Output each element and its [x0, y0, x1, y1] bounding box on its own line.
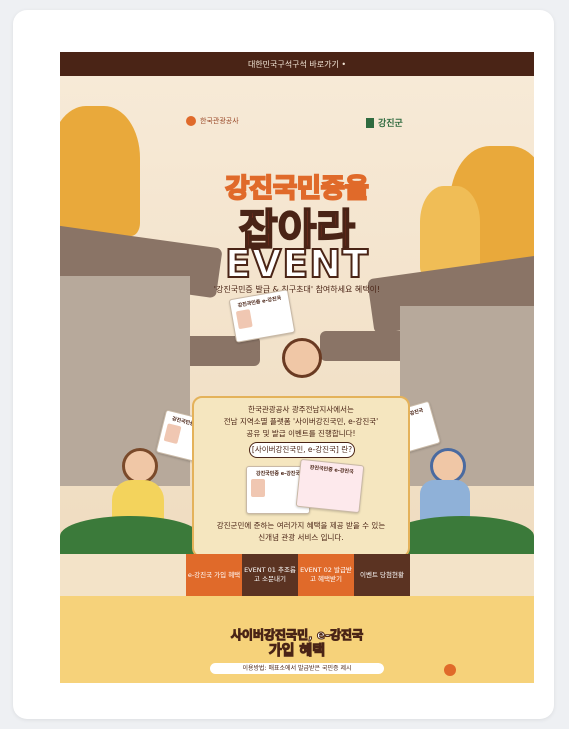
- usage-note: 이용방법: 매표소에서 발급받은 국민증 제시: [210, 663, 384, 674]
- hero-title-event: EVENT: [224, 241, 370, 287]
- info-line3: 공유 및 발급 이벤트를 진행합니다!: [246, 429, 356, 438]
- id-photo: [163, 423, 182, 445]
- hero-subtitle: '강진국민증 발급 & 친구초대' 참여하세요 혜택이!: [213, 285, 381, 294]
- menu-item-event01[interactable]: EVENT 01 추조롭고 소문내기: [242, 554, 298, 596]
- info-desc2: 신개념 관광 서비스 입니다.: [258, 533, 344, 542]
- stone-wall-right: [400, 306, 534, 486]
- id-card-title: 강진국민증 e-강진국: [309, 464, 354, 476]
- girl-character: [122, 448, 158, 484]
- orange-dot-decor: [444, 664, 456, 676]
- hero-scene: 한국관광공사 강진군 강진국민증을 잡아라 EVENT '강진국민증 발급 & …: [60, 76, 534, 558]
- menu-label: e-강진국 가입 혜택: [187, 570, 241, 579]
- gangjin-logo-text: 강진군: [378, 119, 403, 129]
- info-line2: 전남 지역소멸 플랫폼 '사이버강진국민, e-강진국': [223, 417, 379, 426]
- top-link-bar[interactable]: 대한민국구석구석 바로가기 •: [60, 52, 534, 76]
- benefits-section: 사이버강진국민, e-강진국 가입 혜택 이용방법: 매표소에서 발급받은 국민…: [60, 596, 534, 683]
- event-poster: 대한민국구석구석 바로가기 • 한국관광공사 강진군 강진국민증을 잡아라 EV…: [60, 52, 534, 683]
- floating-id-card-top: 강진국민증 e-강진국: [228, 289, 296, 343]
- menu-label: 이벤트 당첨현황: [360, 570, 404, 579]
- event-info-box: 한국관광공사 광주전남지사에서는 전남 지역소멸 플랫폼 '사이버강진국민, e…: [192, 396, 410, 558]
- menu-label: EVENT 02 발급받고 혜택받기: [300, 566, 352, 583]
- boy-character-top: [282, 338, 322, 378]
- menu-item-benefits[interactable]: e-강진국 가입 혜택: [186, 554, 242, 596]
- info-desc1: 강진군민에 준하는 여러가지 혜택을 제공 받을 수 있는: [216, 521, 386, 530]
- grass-left: [60, 516, 200, 556]
- info-question-pill: [사이버강진국민, e-강진국] 란?: [249, 442, 355, 458]
- id-photo: [235, 309, 253, 330]
- top-link-text[interactable]: 대한민국구석구석 바로가기 •: [248, 59, 346, 70]
- id-card-title: 강진국민증 e-강진국: [237, 295, 282, 309]
- kto-logo: 한국관광공사: [186, 116, 239, 126]
- info-line1: 한국관광공사 광주전남지사에서는: [248, 405, 354, 414]
- event-menu: e-강진국 가입 혜택 EVENT 01 추조롭고 소문내기 EVENT 02 …: [60, 554, 534, 596]
- menu-item-event02[interactable]: EVENT 02 발급받고 혜택받기: [298, 554, 354, 596]
- benefits-subheading: 가입 혜택: [268, 643, 326, 660]
- gangjin-mark-icon: [366, 117, 374, 128]
- boy-character-right: [430, 448, 466, 484]
- grass-right: [390, 516, 534, 556]
- menu-item-winners[interactable]: 이벤트 당첨현황: [354, 554, 410, 596]
- kto-mark-icon: [186, 116, 196, 126]
- menu-label: EVENT 01 추조롭고 소문내기: [244, 566, 296, 583]
- sample-id-card-back: 강진국민증 e-강진국: [295, 458, 365, 514]
- id-photo: [251, 479, 265, 497]
- gangjin-logo: 강진군: [366, 116, 403, 129]
- kto-logo-text: 한국관광공사: [200, 117, 239, 125]
